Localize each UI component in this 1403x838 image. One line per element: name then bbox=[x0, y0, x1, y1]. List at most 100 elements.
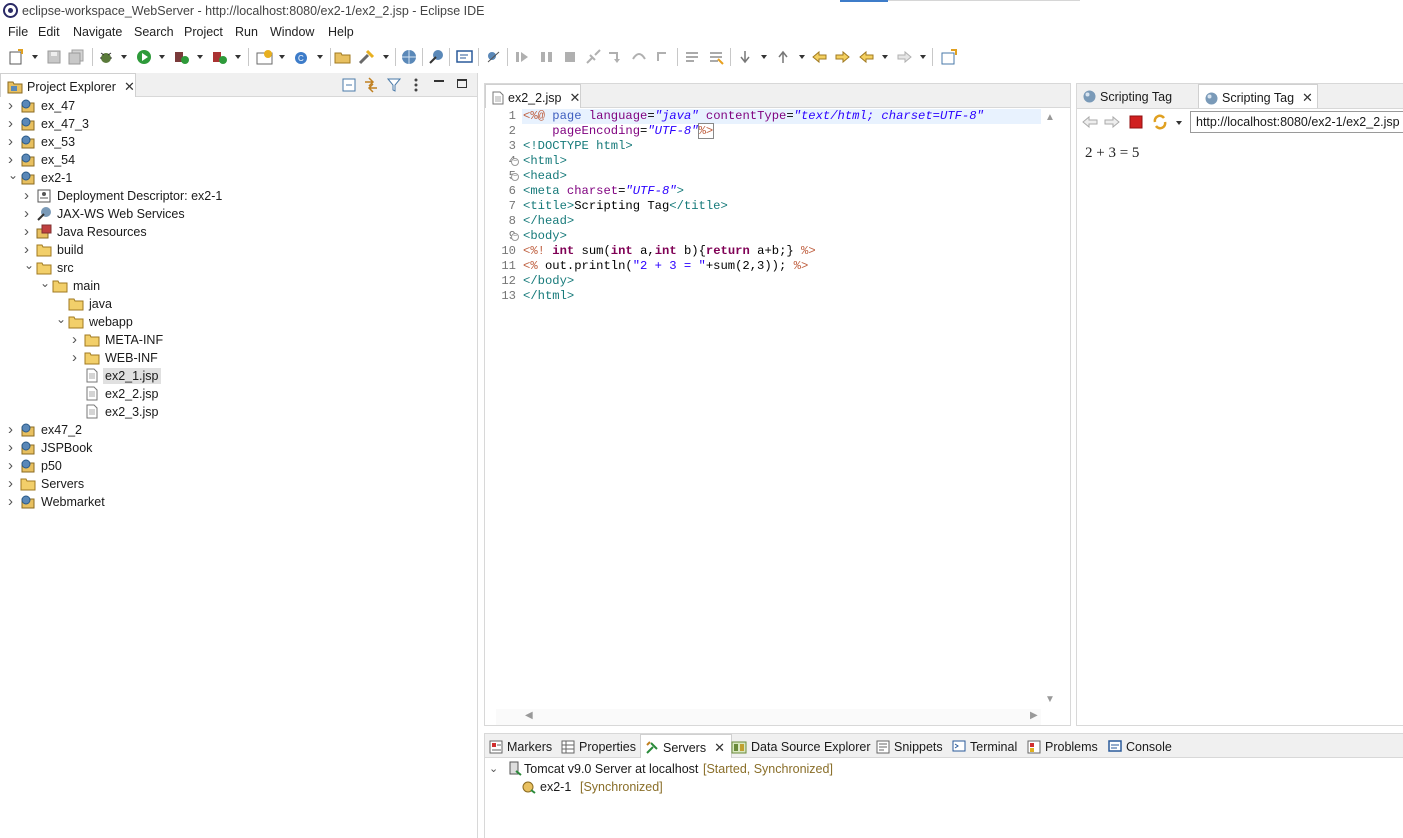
save-all-icon[interactable] bbox=[68, 49, 85, 65]
minimize-icon[interactable] bbox=[434, 80, 444, 82]
code-line[interactable]: <html> bbox=[523, 154, 567, 168]
terminate-icon[interactable] bbox=[562, 49, 579, 65]
tab-console[interactable]: Console bbox=[1104, 734, 1178, 758]
chevron-down-icon[interactable]: ⌄ bbox=[489, 763, 499, 775]
next-edit-dropdown-icon[interactable] bbox=[761, 55, 767, 59]
code-line[interactable]: <title>Scripting Tag</title> bbox=[523, 199, 728, 213]
chevron-right-icon[interactable]: › bbox=[72, 350, 82, 365]
chevron-right-icon[interactable]: › bbox=[24, 242, 34, 257]
code-line[interactable]: </body> bbox=[523, 274, 574, 288]
code-line[interactable]: <body> bbox=[523, 229, 567, 243]
previous-edit-icon[interactable] bbox=[775, 49, 792, 65]
close-icon[interactable]: ✕ bbox=[124, 79, 135, 95]
new-server-dropdown-icon[interactable] bbox=[279, 55, 285, 59]
browser-refresh-icon[interactable] bbox=[1152, 114, 1168, 130]
suspend-icon[interactable] bbox=[538, 49, 555, 65]
chevron-right-icon[interactable]: › bbox=[24, 206, 34, 221]
menu-help[interactable]: Help bbox=[328, 25, 354, 39]
disconnect-icon[interactable] bbox=[585, 49, 602, 65]
web-browser-icon[interactable] bbox=[401, 49, 418, 65]
forward-dropdown-icon[interactable] bbox=[920, 55, 926, 59]
tab-data-source-explorer[interactable]: Data Source Explorer bbox=[727, 734, 877, 758]
tree-item[interactable]: › ex_47_3 bbox=[0, 115, 470, 133]
menu-navigate[interactable]: Navigate bbox=[73, 25, 122, 39]
previous-edit-dropdown-icon[interactable] bbox=[799, 55, 805, 59]
code-line[interactable]: <%! int sum(int a,int b){return a+b;} %> bbox=[523, 244, 816, 258]
chevron-down-icon[interactable]: ⌄ bbox=[56, 313, 66, 325]
tree-item[interactable]: › ex_53 bbox=[0, 133, 470, 151]
browser-forward-icon[interactable] bbox=[1104, 115, 1120, 129]
menu-search[interactable]: Search bbox=[134, 25, 174, 39]
tab-terminal[interactable]: Terminal bbox=[948, 734, 1023, 758]
tab-snippets[interactable]: Snippets bbox=[872, 734, 949, 758]
chevron-right-icon[interactable]: › bbox=[8, 440, 18, 455]
console-icon[interactable] bbox=[456, 49, 473, 65]
search-dropdown-icon[interactable] bbox=[383, 55, 389, 59]
debug-icon[interactable] bbox=[98, 49, 115, 65]
close-icon[interactable]: ✕ bbox=[570, 90, 581, 106]
chevron-right-icon[interactable]: › bbox=[8, 98, 18, 113]
menu-run[interactable]: Run bbox=[235, 25, 258, 39]
chevron-down-icon[interactable]: ⌄ bbox=[24, 259, 34, 271]
tab-problems[interactable]: Problems bbox=[1023, 734, 1104, 758]
menu-edit[interactable]: Edit bbox=[38, 25, 60, 39]
tab-properties[interactable]: Properties bbox=[557, 734, 642, 758]
chevron-right-icon[interactable]: › bbox=[24, 224, 34, 239]
scroll-down-arrow[interactable]: ▼ bbox=[1045, 694, 1055, 705]
forward-history-icon[interactable] bbox=[834, 49, 851, 65]
tree-item[interactable]: › build bbox=[0, 241, 470, 259]
tree-item[interactable]: › ex_47 bbox=[0, 97, 470, 115]
code-line[interactable]: </html> bbox=[523, 289, 574, 303]
back-icon[interactable] bbox=[858, 49, 875, 65]
tree-item[interactable]: › p50 bbox=[0, 457, 470, 475]
tree-item[interactable]: › Webmarket bbox=[0, 493, 470, 511]
code-line[interactable]: pageEncoding="UTF-8"%> bbox=[523, 123, 715, 139]
tab-scripting-tag-2[interactable]: Scripting Tag ✕ bbox=[1198, 84, 1318, 108]
step-into-icon[interactable] bbox=[607, 49, 624, 65]
tab-ex2-2-jsp[interactable]: ex2_2.jsp ✕ bbox=[485, 84, 581, 108]
scroll-left-arrow[interactable]: ◀ bbox=[525, 710, 533, 721]
tree-item[interactable]: › Deployment Descriptor: ex2-1 bbox=[0, 187, 470, 205]
browser-back-icon[interactable] bbox=[1082, 115, 1098, 129]
close-icon[interactable]: ✕ bbox=[714, 740, 725, 756]
menu-file[interactable]: File bbox=[8, 25, 28, 39]
resume-icon[interactable] bbox=[514, 49, 531, 65]
external-tools-icon[interactable] bbox=[211, 49, 228, 65]
new-class-dropdown-icon[interactable] bbox=[317, 55, 323, 59]
tree-item[interactable]: ex2_3.jsp bbox=[0, 403, 470, 421]
browser-refresh-dropdown-icon[interactable] bbox=[1176, 121, 1182, 125]
chevron-right-icon[interactable]: › bbox=[72, 332, 82, 347]
collapse-all-icon[interactable] bbox=[342, 78, 356, 92]
menu-project[interactable]: Project bbox=[184, 25, 223, 39]
back-dropdown-icon[interactable] bbox=[882, 55, 888, 59]
view-menu-icon[interactable] bbox=[413, 77, 419, 93]
chevron-right-icon[interactable]: › bbox=[8, 476, 18, 491]
fold-toggle-icon[interactable]: − bbox=[511, 233, 519, 241]
url-input[interactable]: http://localhost:8080/ex2-1/ex2_2.jsp bbox=[1190, 111, 1403, 133]
next-annotation-icon[interactable] bbox=[684, 49, 701, 65]
tree-item[interactable]: ⌄ src bbox=[0, 259, 470, 277]
chevron-right-icon[interactable]: › bbox=[8, 116, 18, 131]
step-over-icon[interactable] bbox=[631, 49, 648, 65]
tab-project-explorer[interactable]: Project Explorer ✕ bbox=[0, 73, 136, 97]
open-perspective-icon[interactable] bbox=[941, 49, 958, 65]
link-with-editor-icon[interactable] bbox=[363, 77, 379, 93]
new-class-icon[interactable]: C bbox=[293, 49, 310, 65]
chevron-right-icon[interactable]: › bbox=[8, 458, 18, 473]
external-tools-dropdown-icon[interactable] bbox=[235, 55, 241, 59]
code-line[interactable]: <meta charset="UTF-8"> bbox=[523, 184, 684, 198]
tree-item[interactable]: java bbox=[0, 295, 470, 313]
tree-item[interactable]: ⌄ ex2-1 bbox=[0, 169, 470, 187]
code-line[interactable]: </head> bbox=[523, 214, 574, 228]
toggle-mark-icon[interactable] bbox=[708, 49, 725, 65]
forward-icon[interactable] bbox=[896, 49, 913, 65]
debug-dropdown-icon[interactable] bbox=[121, 55, 127, 59]
menu-window[interactable]: Window bbox=[270, 25, 314, 39]
horizontal-scrollbar[interactable] bbox=[496, 709, 1041, 725]
coverage-icon[interactable] bbox=[173, 49, 190, 65]
coverage-dropdown-icon[interactable] bbox=[197, 55, 203, 59]
chevron-down-icon[interactable]: ⌄ bbox=[40, 277, 50, 289]
tree-item[interactable]: › Java Resources bbox=[0, 223, 470, 241]
tree-item[interactable]: › META-INF bbox=[0, 331, 470, 349]
chevron-down-icon[interactable]: ⌄ bbox=[8, 169, 18, 181]
